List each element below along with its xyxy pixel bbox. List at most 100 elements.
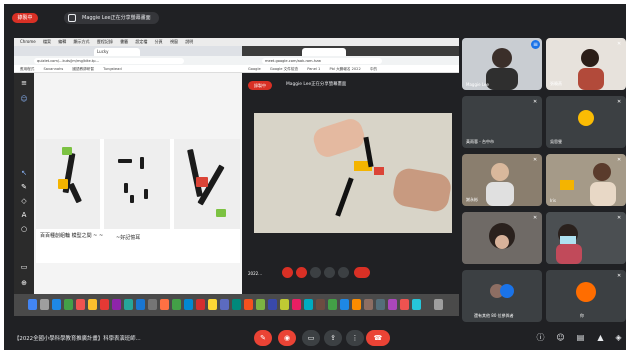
mac-menu-item: 書籤 xyxy=(120,39,129,44)
participant-tile[interactable]: ✕ xyxy=(546,212,626,264)
mac-menu-item: 說明 xyxy=(185,39,194,44)
participant-name: 黃雨蓉 - 台中市 xyxy=(466,139,494,144)
avatar xyxy=(578,110,594,126)
participant-video xyxy=(462,212,542,264)
more-vert-icon: ⋮ xyxy=(351,334,359,342)
app-icon xyxy=(244,299,253,310)
participant-name: 你 xyxy=(580,313,584,318)
app-icon xyxy=(280,299,289,310)
mic-off-icon: ✕ xyxy=(617,41,622,47)
mic-off-icon: ✕ xyxy=(617,215,622,221)
participant-tile[interactable]: ✕ Iris xyxy=(546,154,626,206)
mac-dock xyxy=(14,294,459,316)
keynote-icon xyxy=(184,299,193,310)
mic-off-icon: ✕ xyxy=(617,157,622,163)
activities-icon[interactable]: ▲ xyxy=(596,333,605,342)
trash-icon xyxy=(434,299,443,310)
app-icon xyxy=(316,299,325,310)
chat-icon[interactable]: ▤ xyxy=(576,333,585,342)
text-icon: A xyxy=(21,211,27,219)
present-screen-icon xyxy=(68,14,76,22)
inner-camera-icon xyxy=(296,267,307,278)
slide-caption-left: 百百種創組輪 模型之間 ~ ~ xyxy=(40,233,104,239)
mac-menu-item: 歷程記錄 xyxy=(96,39,113,44)
camera-toggle-button[interactable]: ◉ xyxy=(278,330,296,346)
screen-icon: ▭ xyxy=(20,263,28,271)
participant-tile[interactable]: ✕ 黃雨蓉 - 台中市 xyxy=(462,96,542,148)
inner-captions-icon xyxy=(310,267,321,278)
host-controls-icon[interactable]: ◈ xyxy=(614,333,623,342)
tab-strip: Lucky xyxy=(14,46,242,56)
participant-name: Iris xyxy=(550,198,557,203)
browser-tab: Lucky xyxy=(94,48,140,56)
more-participants-tile[interactable]: 還有其他 80 位參與者 xyxy=(462,270,542,322)
people-icon[interactable]: ☺ xyxy=(556,333,565,342)
app-icon xyxy=(196,299,205,310)
participant-tile[interactable]: ≡ Maggie Lee xyxy=(462,38,542,90)
inner-time: 2022... xyxy=(248,271,262,276)
people-icon: ☺ xyxy=(20,95,28,103)
more-participants-label: 還有其他 80 位參與者 xyxy=(474,313,514,318)
app-icon xyxy=(340,299,349,310)
app-icon xyxy=(220,299,229,310)
inner-presenter-label: Maggie Lee正在分享螢幕畫面 xyxy=(286,82,347,87)
bookmark: 應用程式 xyxy=(20,67,35,71)
safari-icon xyxy=(52,299,61,310)
captions-button[interactable]: ▭ xyxy=(302,330,320,346)
slide-content: 百百種創組輪 模型之間 ~ ~ ~好記憶耳 xyxy=(36,139,240,263)
annotation-toolbar: ≡ ☺ ↖ ✎ ◇ A ○ ▭ ⊕ xyxy=(14,73,34,294)
participant-tile[interactable]: ✕ 張曉燕 xyxy=(546,38,626,90)
app-icon xyxy=(388,299,397,310)
app-icon xyxy=(304,299,313,310)
url-field: meet.google.com/aak-rom-hzw xyxy=(262,57,382,64)
participant-tile[interactable]: ✕ 謝永彬 xyxy=(462,154,542,206)
more-options-button[interactable]: ⋮ xyxy=(346,330,364,346)
tab-strip xyxy=(242,46,459,56)
app-icon xyxy=(352,299,361,310)
settings-icon xyxy=(148,299,157,310)
presenter-chip[interactable]: Maggie Lee正在分享螢幕畫面 xyxy=(64,12,159,24)
app-icon xyxy=(412,299,421,310)
shared-screen: Chrome 檔案 編輯 顯示方式 歷程記錄 書籤 設定檔 分頁 視窗 說明 L… xyxy=(14,38,459,316)
captions-icon: ▭ xyxy=(307,334,315,342)
bookmark: 中的 xyxy=(369,67,378,71)
shape-icon: ○ xyxy=(20,225,28,233)
podcasts-icon xyxy=(112,299,121,310)
mic-toggle-button[interactable]: ✎ xyxy=(254,330,272,346)
bookmark: Panel 1 xyxy=(307,67,321,71)
mac-menu-item: 視窗 xyxy=(169,39,178,44)
bookmark: Savannahs xyxy=(43,67,64,71)
finder-icon xyxy=(28,299,37,310)
bookmarks-bar: Google Google 文件檢查 Panel 1 Pbl 大賽報名 2022… xyxy=(242,65,459,73)
mac-menu-item: 分頁 xyxy=(154,39,163,44)
meet-window: 錄製中 Maggie Lee正在分享螢幕畫面 Chrome 檔案 編輯 顯示方式… xyxy=(4,4,626,350)
bookmark: Pbl 大賽報名 2022 xyxy=(329,67,361,71)
lego-photo-3 xyxy=(174,139,240,229)
browser-window-right: meet.google.com/aak-rom-hzw Google Googl… xyxy=(242,46,459,294)
app-icon xyxy=(400,299,409,310)
bookmark: Google 文件檢查 xyxy=(269,67,299,71)
address-bar: meet.google.com/aak-rom-hzw xyxy=(242,56,459,65)
info-icon[interactable]: ⓘ xyxy=(536,333,545,342)
app-icon xyxy=(364,299,373,310)
leave-call-button[interactable]: ☎ xyxy=(366,330,390,346)
self-tile[interactable]: ✕ 你 xyxy=(546,270,626,322)
add-icon: ⊕ xyxy=(21,279,27,287)
lego-photo-2 xyxy=(104,139,170,229)
participant-name: 謝永彬 xyxy=(466,197,478,202)
meeting-title: 【2022全國小學科學教育推廣計畫】科學表演班師... xyxy=(14,336,141,342)
participant-video xyxy=(546,154,626,206)
mic-off-icon: ✕ xyxy=(617,273,622,279)
inner-more-icon xyxy=(338,267,349,278)
participant-tile[interactable]: ✕ 吳思瑩 xyxy=(546,96,626,148)
participant-name: 張曉燕 xyxy=(550,81,562,86)
participant-tile[interactable]: ✕ xyxy=(462,212,542,264)
document-area: ≡ ☺ ↖ ✎ ◇ A ○ ▭ ⊕ 百百種創組輪 模型之間 ~ ~ ~好記憶耳 xyxy=(14,73,242,294)
inner-present-icon xyxy=(324,267,335,278)
top-banner: 錄製中 Maggie Lee正在分享螢幕畫面 xyxy=(4,4,626,30)
app-icon xyxy=(256,299,265,310)
mac-menu-item: 顯示方式 xyxy=(73,39,90,44)
bookmark: Google xyxy=(248,67,261,71)
mic-off-icon: ✕ xyxy=(533,99,538,105)
present-button[interactable]: ⇪ xyxy=(324,330,342,346)
